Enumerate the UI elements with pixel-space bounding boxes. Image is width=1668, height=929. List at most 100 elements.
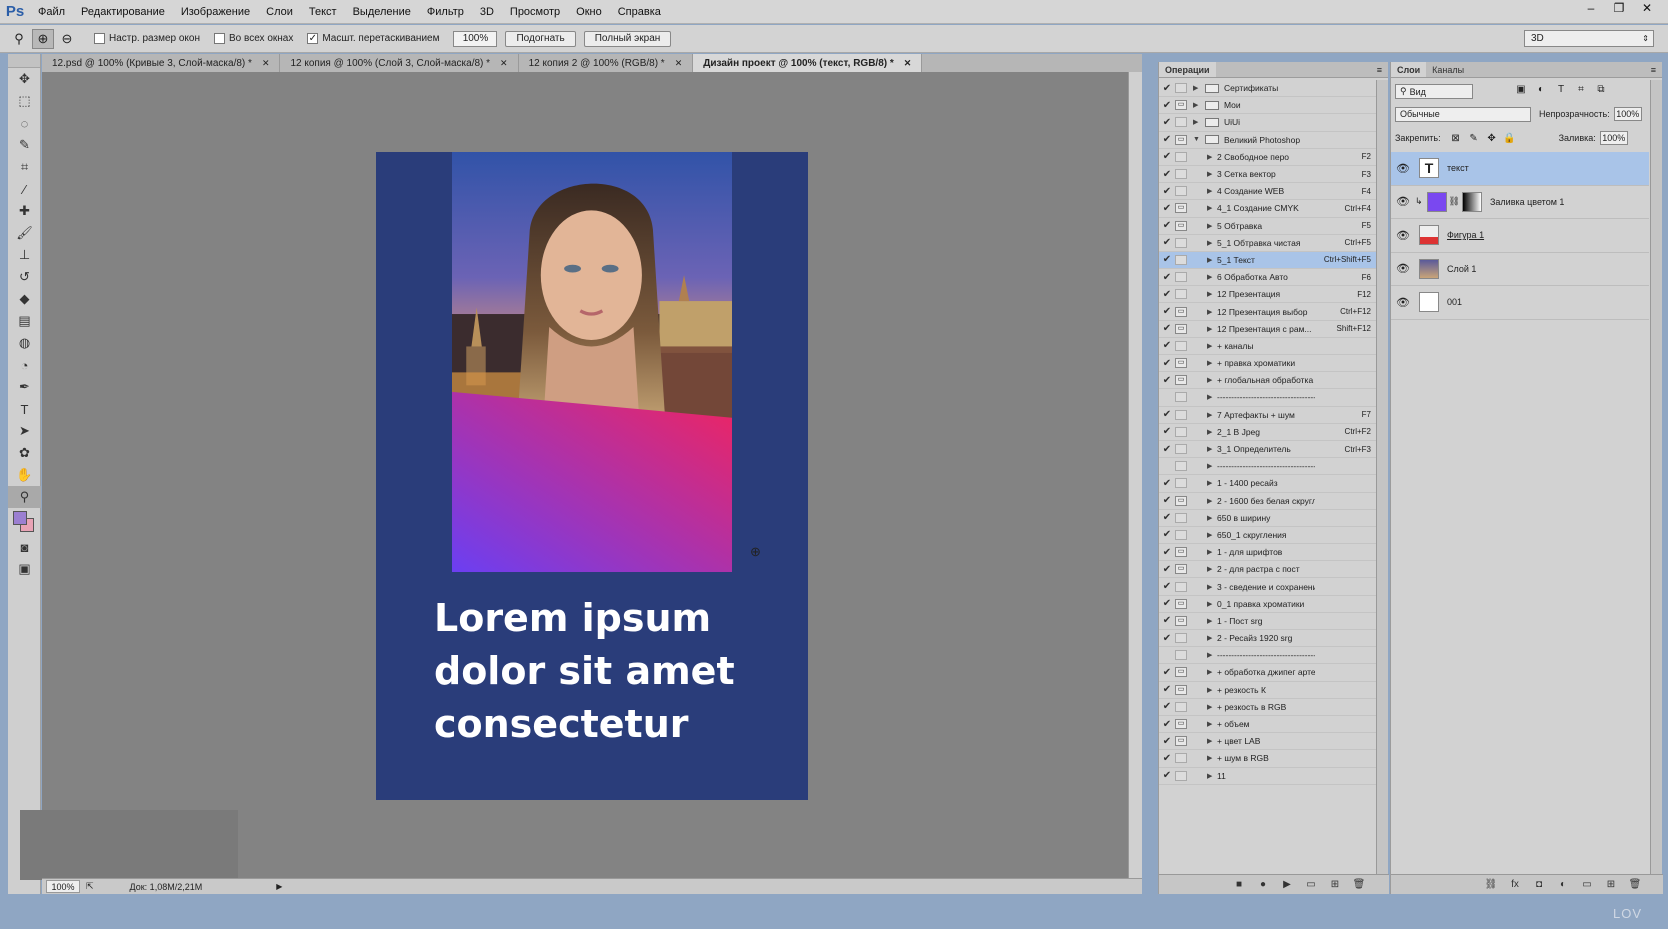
triangle-right-icon[interactable]: ▶ [1207,634,1217,642]
triangle-right-icon[interactable]: ▶ [1207,325,1217,333]
dialog-toggle-icon[interactable] [1175,237,1187,248]
toggle-check-icon[interactable]: ✔ [1159,719,1175,730]
triangle-right-icon[interactable]: ▶ [1207,359,1217,367]
adjustment-layer-icon[interactable]: ◐ [1551,879,1575,890]
toggle-check-icon[interactable]: ✔ [1159,409,1175,420]
add-mask-icon[interactable]: ◘ [1527,879,1551,890]
action-row[interactable]: ✔ ▭ ▶ 2 - для растра с пост [1159,561,1377,579]
dialog-toggle-icon[interactable] [1175,83,1187,94]
dialog-toggle-icon[interactable]: ▭ [1175,134,1187,145]
link-layers-icon[interactable]: ⛓ [1479,879,1503,890]
panel-menu-icon[interactable]: ≡ [1651,65,1656,75]
dialog-toggle-icon[interactable] [1175,650,1187,661]
dialog-toggle-icon[interactable]: ▭ [1175,667,1187,678]
action-row[interactable]: ✔ ▶ 2_1 В Jpeg Ctrl+F2 [1159,424,1377,441]
move-tool-icon[interactable]: ✥ [8,68,41,90]
document-tab[interactable]: 12 копия @ 100% (Слой 3, Слой-маска/8) *… [280,54,519,72]
healing-brush-tool-icon[interactable]: ✚ [8,200,41,222]
action-row[interactable]: ✔ ▶ + каналы [1159,338,1377,355]
dialog-toggle-icon[interactable]: ▭ [1175,598,1187,609]
dialog-toggle-icon[interactable] [1175,254,1187,265]
foreground-color-swatch[interactable] [13,511,27,525]
triangle-right-icon[interactable]: ▶ [1207,256,1217,264]
eye-icon[interactable]: 👁 [1391,229,1415,242]
action-row[interactable]: ✔ ▭ ▶ 4_1 Создание CMYK Ctrl+F4 [1159,200,1377,218]
status-zoom-field[interactable]: 100% [46,880,80,893]
toggle-check-icon[interactable]: ✔ [1159,633,1175,644]
action-row[interactable]: ✔ ▶ 1 - 1400 ресайз [1159,475,1377,493]
dialog-toggle-icon[interactable] [1175,117,1187,128]
action-row[interactable]: ✔ ▭ ▶ 5 Обтравка F5 [1159,218,1377,235]
triangle-right-icon[interactable]: ▶ [1207,548,1217,556]
quick-select-tool-icon[interactable]: ✎ [8,134,41,156]
toggle-check-icon[interactable]: ✔ [1159,770,1175,781]
toggle-check-icon[interactable]: ✔ [1159,220,1175,231]
dialog-toggle-icon[interactable] [1175,392,1187,403]
action-row[interactable]: ✔ ▭ ▶ 0_1 правка хроматики [1159,596,1377,613]
toggle-check-icon[interactable]: ✔ [1159,134,1175,145]
action-row[interactable]: ✔ ▭ ▶ 12 Презентация выбор Ctrl+F12 [1159,303,1377,321]
action-row[interactable]: ✔ ▭ ▶ + правка хроматики [1159,355,1377,373]
fill-field[interactable]: 100% [1599,131,1628,145]
workspace-select[interactable]: 3D ⇕ [1524,30,1654,47]
actions-scrollbar[interactable] [1376,80,1388,880]
toggle-check-icon[interactable]: ✔ [1159,444,1175,455]
vertical-scrollbar[interactable] [1128,72,1142,878]
action-set-row[interactable]: ✔ ▭ ▶ Мои [1159,97,1377,115]
action-row[interactable]: ✔ ▶ 3 Сетка вектор F3 [1159,166,1377,184]
dialog-toggle-icon[interactable]: ▭ [1175,375,1187,386]
dialog-toggle-icon[interactable] [1175,581,1187,592]
toggle-check-icon[interactable]: ✔ [1159,254,1175,265]
triangle-right-icon[interactable]: ▶ [1207,617,1217,625]
toggle-check-icon[interactable]: ✔ [1159,478,1175,489]
lock-transparency-icon[interactable]: ⊠ [1447,133,1465,144]
dialog-toggle-icon[interactable]: ▭ [1175,323,1187,334]
dialog-toggle-icon[interactable]: ▭ [1175,615,1187,626]
eye-icon[interactable]: 👁 [1391,162,1415,175]
triangle-right-icon[interactable]: ▶ [1207,376,1217,384]
lock-all-icon[interactable]: 🔒 [1501,133,1519,144]
export-icon[interactable]: ⇱ [86,881,94,892]
fullscreen-button[interactable]: Полный экран [583,30,672,47]
toggle-check-icon[interactable]: ✔ [1159,237,1175,248]
smart-object-filter-icon[interactable]: ⧉ [1591,84,1611,95]
menu-edit[interactable]: Редактирование [73,6,173,18]
document-tab-active[interactable]: Дизайн проект @ 100% (текст, RGB/8) * ✕ [693,54,923,72]
close-icon[interactable]: ✕ [500,58,508,69]
toggle-check-icon[interactable]: ✔ [1159,529,1175,540]
dialog-toggle-icon[interactable] [1175,529,1187,540]
toggle-check-icon[interactable]: ✔ [1159,564,1175,575]
marquee-tool-icon[interactable]: ⬚ [8,90,41,112]
tools-grip[interactable] [8,54,40,68]
dialog-toggle-icon[interactable]: ▭ [1175,684,1187,695]
triangle-right-icon[interactable]: ▶ [1207,686,1217,694]
zoom-in-icon[interactable]: ⊕ [32,28,54,49]
action-set-row[interactable]: ✔ ▭ ▼ Великий Photoshop [1159,132,1377,149]
triangle-right-icon[interactable]: ▶ [1207,720,1217,728]
triangle-right-icon[interactable]: ▶ [1193,101,1203,109]
action-row[interactable]: ▶ ----------------------------------- [1159,458,1377,476]
action-row[interactable]: ✔ ▶ 650 в ширину [1159,510,1377,527]
dialog-toggle-icon[interactable] [1175,340,1187,351]
close-icon[interactable]: ✕ [675,58,683,69]
dialog-toggle-icon[interactable] [1175,512,1187,523]
toggle-check-icon[interactable]: ✔ [1159,169,1175,180]
triangle-right-icon[interactable]: ▶ [1207,514,1217,522]
layer-row[interactable]: 👁 T текст [1391,152,1649,186]
toggle-check-icon[interactable]: ✔ [1159,203,1175,214]
dialog-toggle-icon[interactable] [1175,151,1187,162]
pixel-filter-icon[interactable]: ▣ [1511,84,1531,95]
toggle-check-icon[interactable]: ✔ [1159,151,1175,162]
toggle-check-icon[interactable]: ✔ [1159,701,1175,712]
pen-tool-icon[interactable]: ✒ [8,376,41,398]
gradient-tool-icon[interactable]: ▤ [8,310,41,332]
tab-layers[interactable]: Слои [1391,62,1427,77]
dialog-toggle-icon[interactable] [1175,753,1187,764]
new-group-icon[interactable]: ▭ [1575,879,1599,890]
toggle-check-icon[interactable]: ✔ [1159,512,1175,523]
action-row[interactable]: ✔ ▶ 6 Обработка Авто F6 [1159,269,1377,287]
restore-button[interactable]: ❐ [1606,0,1632,16]
tab-actions[interactable]: Операции [1159,62,1216,77]
resize-windows-checkbox[interactable]: Настр. размер окон [94,33,200,44]
trash-icon[interactable]: 🗑 [1347,879,1371,890]
